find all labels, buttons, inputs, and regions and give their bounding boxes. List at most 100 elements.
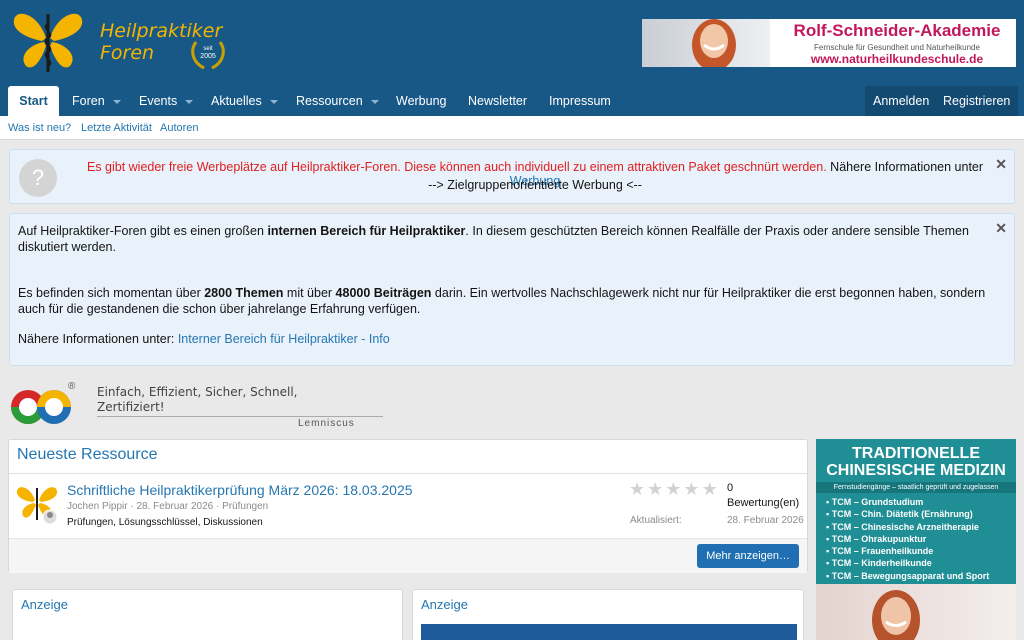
woman-portrait-icon <box>872 590 920 640</box>
nav-ressourcen-label: Ressourcen <box>296 94 363 108</box>
updated-label: Aktualisiert: <box>630 515 682 526</box>
ad-block-right: Anzeige <box>412 589 804 640</box>
chevron-down-icon[interactable] <box>185 99 194 104</box>
rating-stars: ★★★★★ <box>629 479 718 499</box>
nav-events-label: Events <box>139 94 178 108</box>
main-nav: Start Foren Events Aktuelles Ressourcen … <box>0 86 1024 116</box>
tcm-ad-subtitle: Fernstudiengänge – staatlich geprüft und… <box>816 482 1016 493</box>
nav-newsletter[interactable]: Newsletter <box>458 86 537 116</box>
registered-mark: ® <box>68 381 76 392</box>
ad-block-left: Anzeige <box>12 589 403 640</box>
tcm-list-item: ▪ TCM – Chinesische Arzneitherapie <box>826 521 979 532</box>
notice2-paragraph3: Nähere Informationen unter: Interner Ber… <box>18 331 993 347</box>
show-more-button[interactable]: Mehr anzeigen… <box>697 544 799 568</box>
chevron-down-icon[interactable] <box>269 99 278 104</box>
notice2-paragraph1: Auf Heilpraktiker-Foren gibt es einen gr… <box>18 223 993 255</box>
ad-right-title: Anzeige <box>421 597 468 612</box>
tcm-list-item: ▪ TCM – Bewegungsapparat und Sport <box>826 570 990 581</box>
lemniscus-ad[interactable]: ® Einfach, Effizient, Sicher, Schnell, Z… <box>8 381 388 433</box>
star-icon: ★ <box>701 479 720 499</box>
notice1-red-text: Es gibt wieder freie Werbeplätze auf Hei… <box>86 160 827 174</box>
notice2-text: Es befinden sich momentan über <box>18 286 205 300</box>
notice1-line2: --> Zielgruppenorientierte Werbung <-- <box>428 178 642 192</box>
site-logo[interactable]: Heilpraktiker Foren seit 2005 <box>8 8 238 74</box>
divider <box>97 416 383 417</box>
tcm-list-label: TCM – Bewegungsapparat und Sport <box>831 570 990 581</box>
nav-foren-label: Foren <box>72 94 105 108</box>
resource-title-link[interactable]: Schriftliche Heilpraktikerprüfung März 2… <box>67 482 413 498</box>
tcm-list-item: ▪ TCM – Ohrakupunktur <box>826 533 927 544</box>
rating-label: Bewertung(en) <box>727 497 800 509</box>
resource-heading[interactable]: Neueste Ressource <box>9 440 807 474</box>
lemniscus-line2: Zertifiziert! <box>97 400 165 414</box>
rating-count: 0 <box>727 482 734 494</box>
chevron-down-icon[interactable] <box>112 99 121 104</box>
resource-footer: Mehr anzeigen… <box>9 538 807 573</box>
tcm-list-item: ▪ TCM – Grundstudium <box>826 497 924 507</box>
tcm-list-item: ▪ TCM – Frauenheilkunde <box>826 546 934 557</box>
svg-text:2005: 2005 <box>200 53 216 60</box>
tcm-ad-list: ▪ TCM – Grundstudium ▪ TCM – Chin. Diäte… <box>826 496 1011 582</box>
lemniscus-slogan: Einfach, Effizient, Sicher, Schnell, Zer… <box>97 385 297 415</box>
nav-aktuelles[interactable]: Aktuelles <box>201 86 288 116</box>
banner-photo <box>642 19 770 67</box>
close-icon[interactable]: ✕ <box>995 156 1007 173</box>
notice2-bold: internen Bereich für Heilpraktiker <box>267 224 466 238</box>
tcm-list-label: TCM – Kinderheilkunde <box>831 558 932 569</box>
svg-text:seit: seit <box>203 46 213 52</box>
site-header: Heilpraktiker Foren seit 2005 Rolf-Schne… <box>0 0 1024 86</box>
nav-start[interactable]: Start <box>8 86 59 116</box>
subnav-latest-activity[interactable]: Letzte Aktivität <box>81 122 152 134</box>
nav-foren[interactable]: Foren <box>62 86 131 116</box>
chevron-down-icon[interactable] <box>370 99 379 104</box>
nav-aktuelles-label: Aktuelles <box>211 94 262 108</box>
subnav-authors[interactable]: Autoren <box>160 122 199 134</box>
notice2-text: mit über <box>283 286 336 300</box>
tcm-ad-title: TRADITIONELLE CHINESISCHE MEDIZIN <box>826 445 1006 479</box>
banner-subtitle: Fernschule für Gesundheit und Naturheilk… <box>814 43 980 52</box>
notice2-text: Nähere Informationen unter: <box>18 332 178 346</box>
star-icon: ★ <box>629 479 648 499</box>
ad-left-title: Anzeige <box>21 597 68 612</box>
notice2-text: Auf Heilpraktiker-Foren gibt es einen gr… <box>18 224 268 238</box>
close-icon[interactable]: ✕ <box>995 220 1007 236</box>
resource-avatar[interactable] <box>16 484 58 525</box>
internal-area-notice: Auf Heilpraktiker-Foren gibt es einen gr… <box>9 213 1015 366</box>
internal-area-info-link[interactable]: Interner Bereich für Heilpraktiker - Inf… <box>178 332 390 346</box>
lemniscus-line1: Einfach, Effizient, Sicher, Schnell, <box>97 385 298 399</box>
notice2-paragraph2: Es befinden sich momentan über 2800 Them… <box>18 285 993 317</box>
tcm-list-label: TCM – Grundstudium <box>831 497 924 507</box>
notice1-more-text: Nähere Informationen unter <box>826 160 984 174</box>
tcm-side-ad[interactable]: TRADITIONELLE CHINESISCHE MEDIZIN Fernst… <box>816 439 1016 640</box>
header-banner-ad[interactable]: Rolf-Schneider-Akademie Fernschule für G… <box>642 19 1016 67</box>
banner-title: Rolf-Schneider-Akademie <box>793 21 1001 40</box>
register-button[interactable]: Registrieren <box>935 86 1019 116</box>
star-icon: ★ <box>665 479 684 499</box>
banner-url: www.naturheilkundeschule.de <box>810 52 984 66</box>
butterfly-avatar-icon <box>16 487 58 525</box>
tcm-list-label: TCM – Chin. Diätetik (Ernährung) <box>831 509 973 520</box>
question-icon: ? <box>19 159 57 197</box>
seit-2005-badge-icon: seit 2005 <box>191 41 225 70</box>
tcm-list-label: TCM – Ohrakupunktur <box>831 533 927 544</box>
resource-meta: Jochen Pippir · 28. Februar 2026 · Prüfu… <box>67 501 269 512</box>
tcm-ad-photo <box>816 584 1016 640</box>
resource-tags: Prüfungen, Lösungsschlüssel, Diskussione… <box>67 517 263 528</box>
nav-impressum[interactable]: Impressum <box>539 86 621 116</box>
tcm-list-label: TCM – Chinesische Arzneitherapie <box>831 521 979 532</box>
nav-events[interactable]: Events <box>129 86 203 116</box>
subnav-whats-new[interactable]: Was ist neu? <box>8 122 71 134</box>
updated-value: 28. Februar 2026 <box>727 515 804 526</box>
nav-werbung[interactable]: Werbung <box>386 86 457 116</box>
ad-space-notice: ? Es gibt wieder freie Werbeplätze auf H… <box>9 149 1015 204</box>
tcm-list-item: ▪ TCM – Kinderheilkunde <box>826 558 932 569</box>
star-icon: ★ <box>647 479 666 499</box>
login-button[interactable]: Anmelden <box>865 86 938 116</box>
nav-ressourcen[interactable]: Ressourcen <box>286 86 389 116</box>
star-icon: ★ <box>683 479 702 499</box>
newest-resource-block: Neueste Ressource Schriftliche Heilprakt… <box>8 439 808 573</box>
ad-right-image[interactable] <box>421 624 797 640</box>
sub-nav: Was ist neu? Letzte Aktivität Autoren <box>0 116 1024 140</box>
woman-portrait-icon <box>692 19 736 67</box>
notice2-bold: 2800 Themen <box>204 286 284 300</box>
